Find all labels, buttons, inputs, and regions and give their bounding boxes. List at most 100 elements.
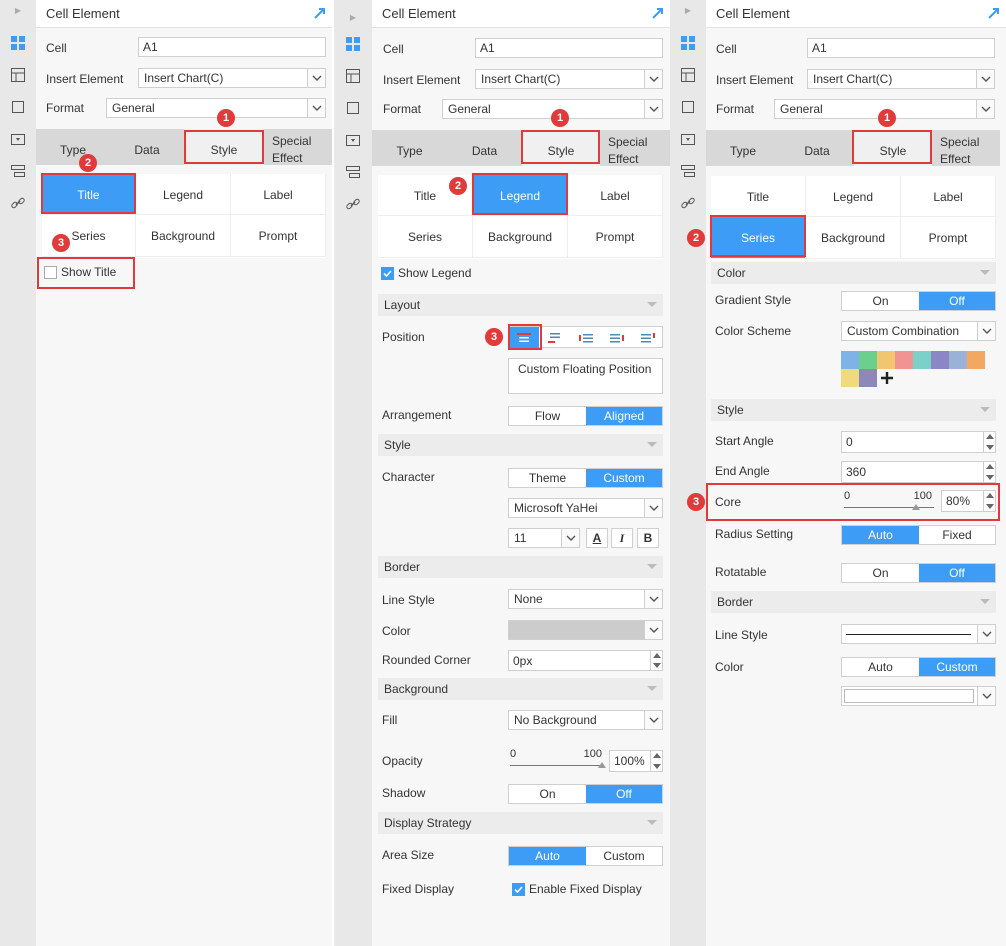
custom-floating-position-button[interactable]: Custom Floating Position	[508, 358, 663, 394]
position-right-button[interactable]	[602, 327, 632, 349]
position-bottom-button[interactable]	[540, 327, 570, 349]
border-color-custom-option[interactable]: Custom	[919, 658, 995, 676]
cell-attributes-icon[interactable]	[345, 68, 361, 84]
insert-element-select[interactable]: Insert Chart(C)	[138, 68, 326, 88]
end-angle-spinner[interactable]: 360	[841, 461, 996, 483]
color-swatch[interactable]	[859, 369, 877, 387]
cell-attributes-icon[interactable]	[680, 67, 696, 83]
cell-attributes-icon[interactable]	[10, 67, 26, 83]
border-color-select[interactable]	[841, 686, 996, 706]
hyperlink-icon[interactable]	[680, 195, 696, 211]
border-color-select[interactable]	[508, 620, 663, 640]
color-swatch[interactable]	[841, 351, 859, 369]
slider-thumb[interactable]	[598, 762, 606, 768]
subtab-legend[interactable]: Legend	[806, 176, 901, 217]
subtab-label[interactable]: Label	[568, 175, 663, 216]
display-strategy-section[interactable]: Display Strategy	[378, 812, 663, 834]
subtab-prompt[interactable]: Prompt	[568, 216, 663, 258]
shadow-toggle[interactable]: On Off	[508, 784, 663, 804]
color-swatch[interactable]	[895, 351, 913, 369]
arrangement-flow-option[interactable]: Flow	[509, 407, 586, 425]
tab-special-effect[interactable]: Special Effect	[264, 129, 332, 165]
tab-special-effect[interactable]: Special Effect	[600, 130, 670, 166]
character-custom-option[interactable]: Custom	[586, 469, 662, 487]
float-element-icon[interactable]	[680, 99, 696, 115]
style-section[interactable]: Style	[378, 434, 663, 456]
font-size-select[interactable]: 11	[508, 528, 580, 548]
subtab-legend[interactable]: Legend	[136, 174, 231, 215]
color-swatch[interactable]	[931, 351, 949, 369]
widget-icon[interactable]	[680, 131, 696, 147]
spinner-arrows-icon[interactable]	[983, 432, 995, 452]
border-section[interactable]: Border	[711, 591, 996, 613]
rotatable-on-option[interactable]: On	[842, 564, 919, 582]
area-size-toggle[interactable]: Auto Custom	[508, 846, 663, 866]
arrangement-aligned-option[interactable]: Aligned	[586, 407, 662, 425]
condition-attributes-icon[interactable]	[680, 163, 696, 179]
spinner-arrows-icon[interactable]	[650, 751, 662, 771]
hyperlink-icon[interactable]	[10, 195, 26, 211]
widget-icon[interactable]	[10, 131, 26, 147]
color-section[interactable]: Color	[711, 262, 996, 284]
color-scheme-select[interactable]: Custom Combination	[841, 321, 996, 341]
color-swatch[interactable]	[877, 351, 895, 369]
fill-select[interactable]: No Background	[508, 710, 663, 730]
italic-button[interactable]: I	[611, 528, 633, 548]
tab-data[interactable]: Data	[110, 129, 184, 165]
radius-auto-option[interactable]: Auto	[842, 526, 919, 544]
color-swatch[interactable]	[913, 351, 931, 369]
add-color-icon[interactable]	[878, 369, 896, 387]
subtab-background[interactable]: Background	[136, 215, 231, 257]
enable-fixed-display-checkbox[interactable]	[512, 883, 525, 896]
tab-type[interactable]: Type	[706, 130, 780, 166]
expand-chevron-icon[interactable]: ▶	[334, 13, 372, 22]
style-section[interactable]: Style	[711, 399, 996, 421]
tab-type[interactable]: Type	[372, 130, 447, 166]
arrangement-toggle[interactable]: Flow Aligned	[508, 406, 663, 426]
font-family-select[interactable]: Microsoft YaHei	[508, 498, 663, 518]
gradient-off-option[interactable]: Off	[919, 292, 995, 310]
gradient-on-option[interactable]: On	[842, 292, 919, 310]
position-left-button[interactable]	[571, 327, 601, 349]
cell-element-icon[interactable]	[345, 36, 361, 52]
rotatable-off-option[interactable]: Off	[919, 564, 995, 582]
line-style-select[interactable]	[841, 624, 996, 644]
color-swatch[interactable]	[949, 351, 967, 369]
tab-data[interactable]: Data	[447, 130, 522, 166]
subtab-background[interactable]: Background	[806, 217, 901, 259]
subtab-series[interactable]: Series	[378, 216, 473, 258]
gradient-style-toggle[interactable]: On Off	[841, 291, 996, 311]
subtab-prompt[interactable]: Prompt	[901, 217, 996, 259]
character-theme-option[interactable]: Theme	[509, 469, 586, 487]
subtab-label[interactable]: Label	[901, 176, 996, 217]
cell-element-icon[interactable]	[680, 35, 696, 51]
rotatable-toggle[interactable]: On Off	[841, 563, 996, 583]
color-swatch[interactable]	[859, 351, 877, 369]
area-size-custom-option[interactable]: Custom	[586, 847, 662, 865]
font-color-button[interactable]: A	[586, 528, 608, 548]
cell-input[interactable]: A1	[475, 38, 663, 58]
widget-icon[interactable]	[345, 132, 361, 148]
condition-attributes-icon[interactable]	[345, 164, 361, 180]
hyperlink-icon[interactable]	[345, 196, 361, 212]
pin-icon[interactable]	[313, 6, 327, 20]
tab-special-effect[interactable]: Special Effect	[932, 130, 1000, 166]
cell-input[interactable]: A1	[138, 37, 326, 57]
radius-setting-toggle[interactable]: Auto Fixed	[841, 525, 996, 545]
subtab-background[interactable]: Background	[473, 216, 568, 258]
tab-data[interactable]: Data	[780, 130, 854, 166]
radius-fixed-option[interactable]: Fixed	[919, 526, 995, 544]
tab-type[interactable]: Type	[36, 129, 110, 165]
subtab-label[interactable]: Label	[231, 174, 326, 215]
opacity-slider[interactable]: 0 100	[508, 748, 606, 772]
position-top-right-button[interactable]	[633, 327, 663, 349]
color-swatch[interactable]	[841, 369, 859, 387]
condition-attributes-icon[interactable]	[10, 163, 26, 179]
background-section[interactable]: Background	[378, 678, 663, 700]
pin-icon[interactable]	[987, 6, 1001, 20]
rounded-corner-spinner[interactable]: 0px	[508, 650, 663, 671]
opacity-spinner[interactable]: 100%	[609, 750, 663, 772]
subtab-title[interactable]: Title	[711, 176, 806, 217]
layout-section[interactable]: Layout	[378, 294, 663, 316]
bold-button[interactable]: B	[637, 528, 659, 548]
